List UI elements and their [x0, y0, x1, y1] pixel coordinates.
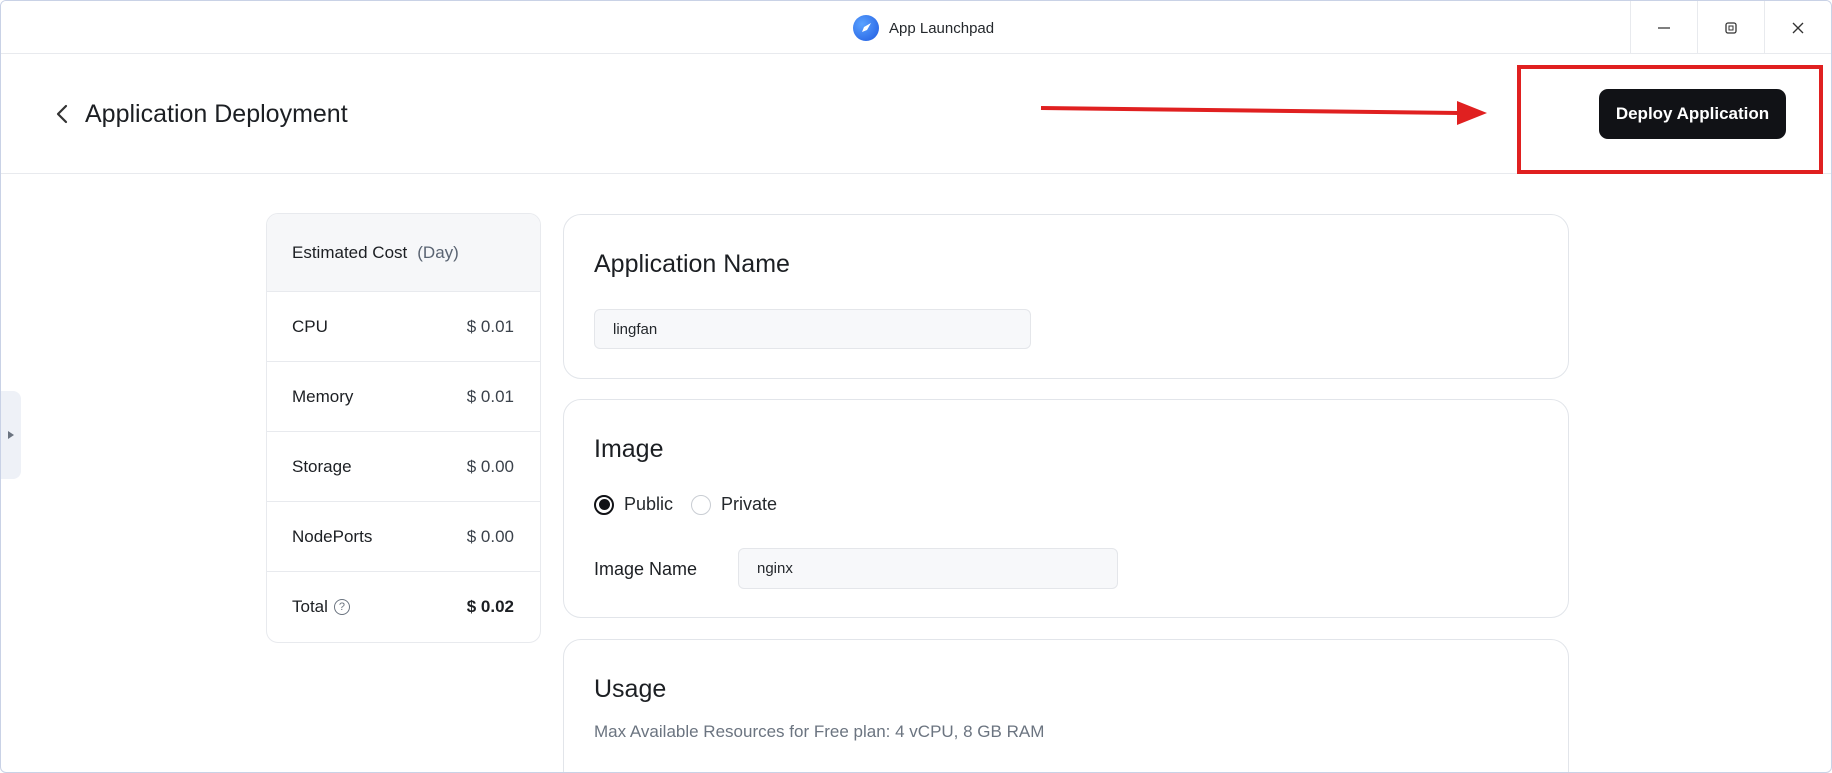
minimize-button[interactable]	[1630, 1, 1697, 54]
cost-value: $ 0.02	[466, 597, 514, 616]
application-name-input[interactable]	[594, 309, 1031, 349]
cost-row-storage: Storage $ 0.00	[267, 432, 540, 502]
page-title: Application Deployment	[85, 100, 348, 128]
cost-row-total: Total ? $ 0.02	[267, 572, 540, 642]
cost-total-label-group: Total ?	[292, 597, 350, 617]
annotation-arrow	[1040, 101, 1487, 125]
cost-unit: (Day)	[417, 242, 459, 262]
estimated-cost-panel: Estimated Cost (Day) CPU $ 0.01 Memory $…	[266, 213, 541, 643]
radio-label: Public	[624, 494, 674, 514]
application-name-card: Application Name	[563, 214, 1569, 379]
radio-unchecked-icon	[691, 494, 712, 515]
app-title: App Launchpad	[853, 15, 994, 41]
radio-public[interactable]: Public	[594, 494, 673, 515]
caret-right-icon	[8, 431, 14, 439]
radio-label: Private	[721, 494, 778, 514]
restore-button[interactable]	[1697, 1, 1764, 54]
window-controls	[1630, 1, 1831, 54]
image-card: Image Public Private Image Name	[563, 399, 1569, 618]
restore-icon	[1725, 21, 1737, 34]
usage-title: Usage	[594, 675, 667, 703]
sidebar-toggle[interactable]	[1, 391, 21, 479]
app-name: App Launchpad	[889, 19, 995, 37]
cost-title: Estimated Cost	[292, 242, 408, 262]
close-button[interactable]	[1764, 1, 1831, 54]
image-title: Image	[594, 435, 664, 463]
cost-value: $ 0.00	[466, 526, 514, 546]
cost-value: $ 0.00	[466, 456, 514, 476]
highlight-box	[1517, 65, 1823, 174]
title-bar: App Launchpad	[1, 1, 1831, 54]
back-button[interactable]	[51, 102, 73, 126]
close-icon	[1792, 22, 1804, 33]
image-name-label: Image Name	[594, 559, 698, 579]
radio-checked-icon	[594, 494, 614, 515]
app-window: App Launchpad Application Deployment Dep…	[0, 0, 1832, 773]
image-visibility-radio-group: Public Private	[594, 494, 785, 515]
cost-label: Memory	[292, 386, 354, 406]
cost-label: Storage	[292, 456, 352, 476]
cost-label: CPU	[292, 316, 328, 336]
help-icon[interactable]: ?	[333, 599, 350, 615]
cost-label: Total	[292, 597, 328, 616]
cost-row-memory: Memory $ 0.01	[267, 362, 540, 432]
cost-label: NodePorts	[292, 526, 373, 546]
cost-value: $ 0.01	[466, 386, 514, 406]
minimize-icon	[1658, 26, 1670, 29]
usage-description: Max Available Resources for Free plan: 4…	[594, 722, 1045, 741]
image-name-input[interactable]	[738, 548, 1118, 589]
cost-value: $ 0.01	[466, 316, 514, 336]
cost-row-cpu: CPU $ 0.01	[267, 292, 540, 362]
usage-card: Usage Max Available Resources for Free p…	[563, 639, 1569, 772]
chevron-left-icon	[56, 104, 68, 124]
radio-private[interactable]: Private	[691, 494, 777, 515]
cost-header: Estimated Cost (Day)	[267, 214, 540, 292]
cost-row-nodeports: NodePorts $ 0.00	[267, 502, 540, 572]
application-name-title: Application Name	[594, 250, 790, 278]
rocket-icon	[853, 15, 879, 41]
